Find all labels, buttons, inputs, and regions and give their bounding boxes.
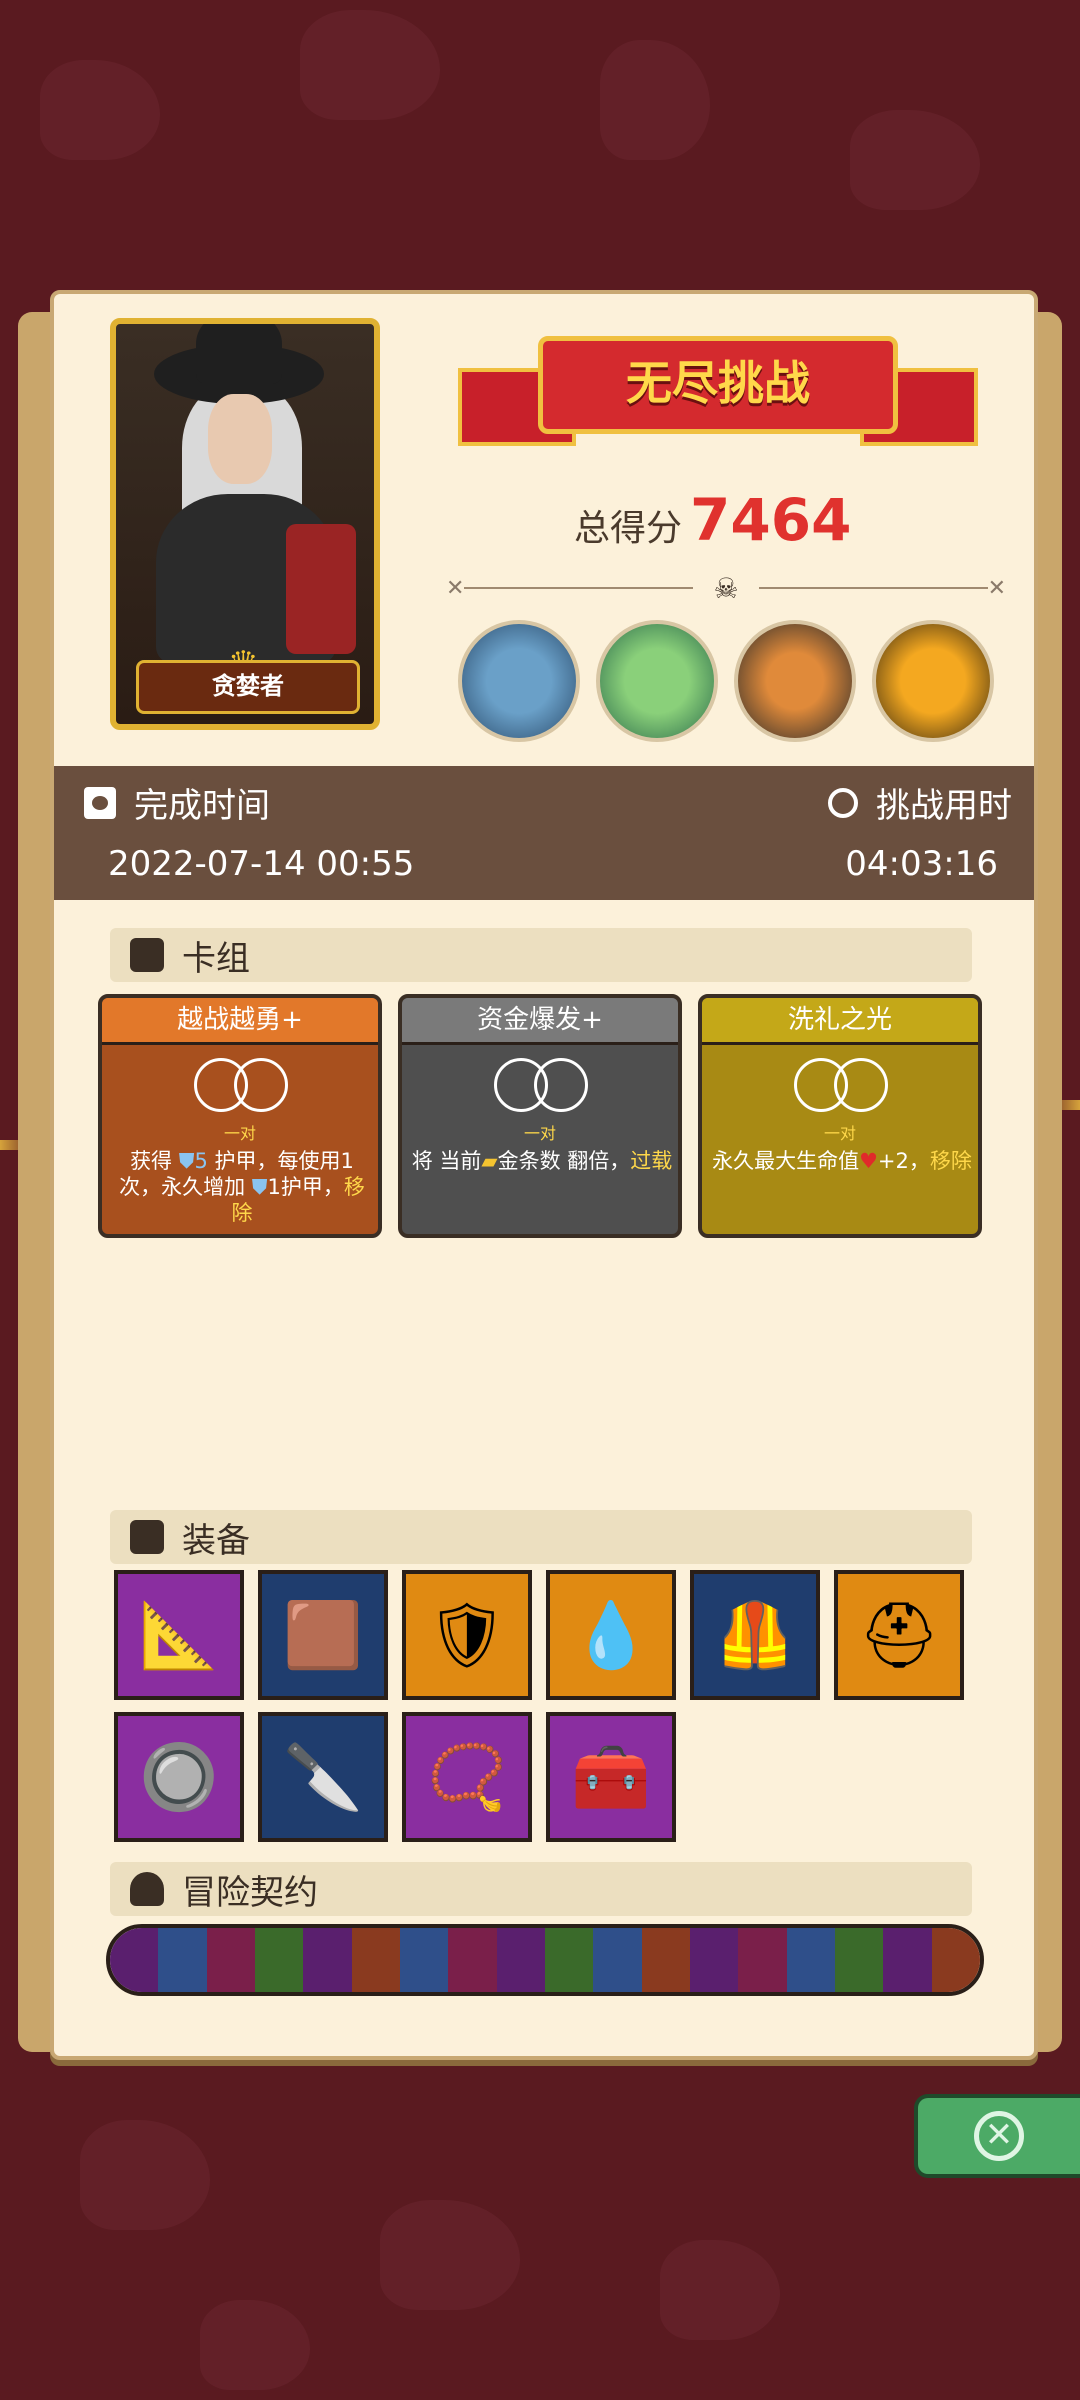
deck-cards: 越战越勇+ 一对 获得 ⛊5 护甲，每使用1次，永久增加 ⛊1护甲，移除 资金爆…	[98, 994, 982, 1238]
card-pair: 一对	[523, 1124, 556, 1143]
result-panel: ♛ 贪婪者 无尽挑战 总得分 7464 ✕ ☠ ✕ 完成时间 2022-07-1…	[50, 290, 1038, 2060]
duration-label: 挑战用时	[876, 786, 1012, 826]
equipment-grid: 📐 🟫 🛡 💧 🦺 ⛑ 🔘 🔪 📿 🧰	[114, 1570, 994, 1842]
contract-strip[interactable]	[106, 1924, 984, 1996]
wooden-button-icon[interactable]: 🔘	[114, 1712, 244, 1842]
defeated-bosses	[458, 620, 994, 742]
duration-value: 04:03:16	[845, 844, 998, 884]
card-3[interactable]: 洗礼之光 一对 永久最大生命值♥+2，移除	[698, 994, 982, 1238]
blue-slime-icon[interactable]: 💧	[546, 1570, 676, 1700]
equipment-header: 装备	[110, 1510, 972, 1564]
cube-icon	[130, 1520, 164, 1554]
close-button[interactable]: ✕	[914, 2094, 1080, 2178]
card-description: 将 当前▰金条数 翻倍，过载	[411, 1149, 673, 1173]
stopwatch-icon	[828, 787, 858, 818]
chest-armor-icon[interactable]: 🦺	[690, 1570, 820, 1700]
completion-label: 完成时间	[134, 786, 270, 826]
gold-bar-icon: ▰	[481, 1149, 498, 1173]
time-bar: 完成时间 2022-07-14 00:55 挑战用时 04:03:16	[54, 766, 1034, 900]
character-portrait: ♛ 贪婪者	[110, 318, 380, 730]
armor-icon: ⛊	[178, 1149, 195, 1173]
score-value: 7464	[690, 486, 852, 554]
armor-icon: ⛊	[251, 1175, 268, 1199]
card-rings-icon	[494, 1058, 594, 1114]
golden-ruler-icon[interactable]: 📐	[114, 1570, 244, 1700]
card-title: 洗礼之光	[702, 998, 978, 1045]
card-description: 获得 ⛊5 护甲，每使用1次，永久增加 ⛊1护甲，移除	[119, 1149, 365, 1225]
character-name: 贪婪者	[136, 660, 360, 714]
card-rings-icon	[194, 1058, 294, 1114]
person-icon	[130, 1872, 164, 1906]
card-description: 永久最大生命值♥+2，移除	[712, 1149, 972, 1173]
fish-rider-boss-icon[interactable]	[734, 620, 856, 742]
skull-icon: ☠	[713, 571, 739, 605]
leather-belt-icon[interactable]: 🟫	[258, 1570, 388, 1700]
green-goblin-boss-icon[interactable]	[596, 620, 718, 742]
completion-value: 2022-07-14 00:55	[108, 844, 415, 884]
pumpkin-sun-boss-icon[interactable]	[872, 620, 994, 742]
spiked-bracelet-icon[interactable]: 📿	[402, 1712, 532, 1842]
card-pair: 一对	[823, 1124, 856, 1143]
close-icon: ✕	[974, 2111, 1024, 2161]
deck-title: 卡组	[182, 938, 250, 979]
heart-icon: ♥	[859, 1149, 878, 1173]
equipment-title: 装备	[182, 1520, 250, 1561]
blue-ogre-boss-icon[interactable]	[458, 620, 580, 742]
total-score: 总得分 7464	[574, 486, 851, 554]
boss-divider: ✕ ☠ ✕	[446, 572, 1007, 605]
card-2[interactable]: 资金爆发+ 一对 将 当前▰金条数 翻倍，过载	[398, 994, 682, 1238]
card-rings-icon	[794, 1058, 894, 1114]
deck-header: 卡组	[110, 928, 972, 982]
card-pair: 一对	[223, 1124, 256, 1143]
spiked-helmet-icon[interactable]: ⛑	[834, 1570, 964, 1700]
blade-icon[interactable]: 🔪	[258, 1712, 388, 1842]
score-label: 总得分	[574, 508, 683, 549]
crossed-swords-icon: ✕	[446, 575, 465, 601]
golden-shield-icon[interactable]: 🛡	[402, 1570, 532, 1700]
card-title: 资金爆发+	[402, 998, 678, 1045]
mode-title: 无尽挑战	[538, 336, 898, 434]
crossed-swords-icon: ✕	[987, 575, 1007, 601]
calendar-icon	[84, 786, 116, 819]
card-title: 越战越勇+	[102, 998, 378, 1045]
treasure-chest-icon[interactable]: 🧰	[546, 1712, 676, 1842]
contract-header: 冒险契约	[110, 1862, 972, 1916]
contract-title: 冒险契约	[182, 1872, 318, 1913]
mode-banner: 无尽挑战	[458, 328, 978, 448]
cards-icon	[130, 938, 164, 972]
card-1[interactable]: 越战越勇+ 一对 获得 ⛊5 护甲，每使用1次，永久增加 ⛊1护甲，移除	[98, 994, 382, 1238]
